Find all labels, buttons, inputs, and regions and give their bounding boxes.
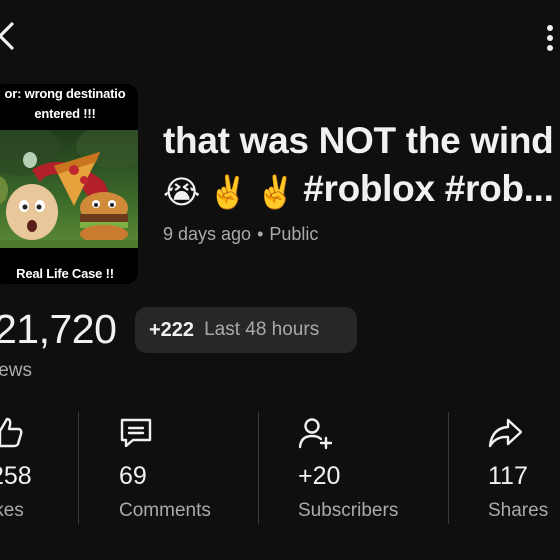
loudly-crying-face-emoji: 😭	[163, 174, 201, 210]
video-thumbnail[interactable]: or: wrong destinatio entered !!! Real Li…	[0, 84, 138, 284]
victory-hand-emoji: ✌️	[208, 174, 248, 210]
recent-views-delta: +222	[149, 318, 195, 341]
likes-stat[interactable]: 258 ikes	[0, 412, 70, 524]
shares-label: Shares	[488, 500, 549, 521]
thumbnail-caption-top-2: entered !!!	[34, 106, 96, 121]
thumbnail-caption-bottom: Real Life Case !!	[16, 266, 114, 281]
likes-count: 258	[0, 462, 32, 490]
comment-icon	[120, 418, 152, 448]
stats-divider	[448, 412, 449, 524]
thumbnail-image	[0, 130, 138, 248]
back-button[interactable]	[0, 16, 30, 56]
recent-views-period: Last 48 hours	[204, 319, 320, 340]
meta-separator: •	[257, 224, 264, 244]
subscribers-stat[interactable]: +20 Subscribers	[298, 412, 438, 524]
views-label: iews	[0, 360, 33, 381]
comments-label: Comments	[119, 500, 211, 521]
visibility-status: Public	[269, 224, 319, 244]
chevron-left-icon	[0, 22, 14, 50]
stats-divider	[258, 412, 259, 524]
comments-count: 69	[119, 462, 147, 490]
thumbnail-caption-top: or: wrong destinatio	[4, 86, 126, 101]
likes-label: ikes	[0, 500, 24, 521]
video-title-line-2: 😭 ✌️ ✌️ #roblox #rob...	[163, 166, 554, 215]
upload-age: 9 days ago	[163, 224, 252, 244]
share-icon	[488, 418, 522, 448]
views-count: 21,720	[0, 306, 117, 352]
video-title-hashtags: #roblox #rob...	[303, 168, 554, 209]
more-vertical-icon	[547, 25, 553, 51]
shares-count: 117	[488, 462, 528, 490]
person-add-icon	[298, 418, 332, 450]
comments-stat[interactable]: 69 Comments	[119, 412, 249, 524]
subscribers-count: +20	[298, 462, 341, 490]
thumbs-up-icon	[0, 417, 23, 448]
shares-stat[interactable]: 117 Shares	[488, 412, 560, 524]
stats-divider	[78, 412, 79, 524]
more-options-button[interactable]	[540, 18, 560, 58]
video-title: that was NOT the wind	[163, 120, 554, 161]
subscribers-label: Subscribers	[298, 500, 399, 521]
video-meta: 9 days ago • Public	[163, 224, 318, 245]
victory-hand-emoji: ✌️	[255, 174, 296, 210]
recent-views-pill[interactable]: +222 Last 48 hours	[135, 307, 357, 353]
